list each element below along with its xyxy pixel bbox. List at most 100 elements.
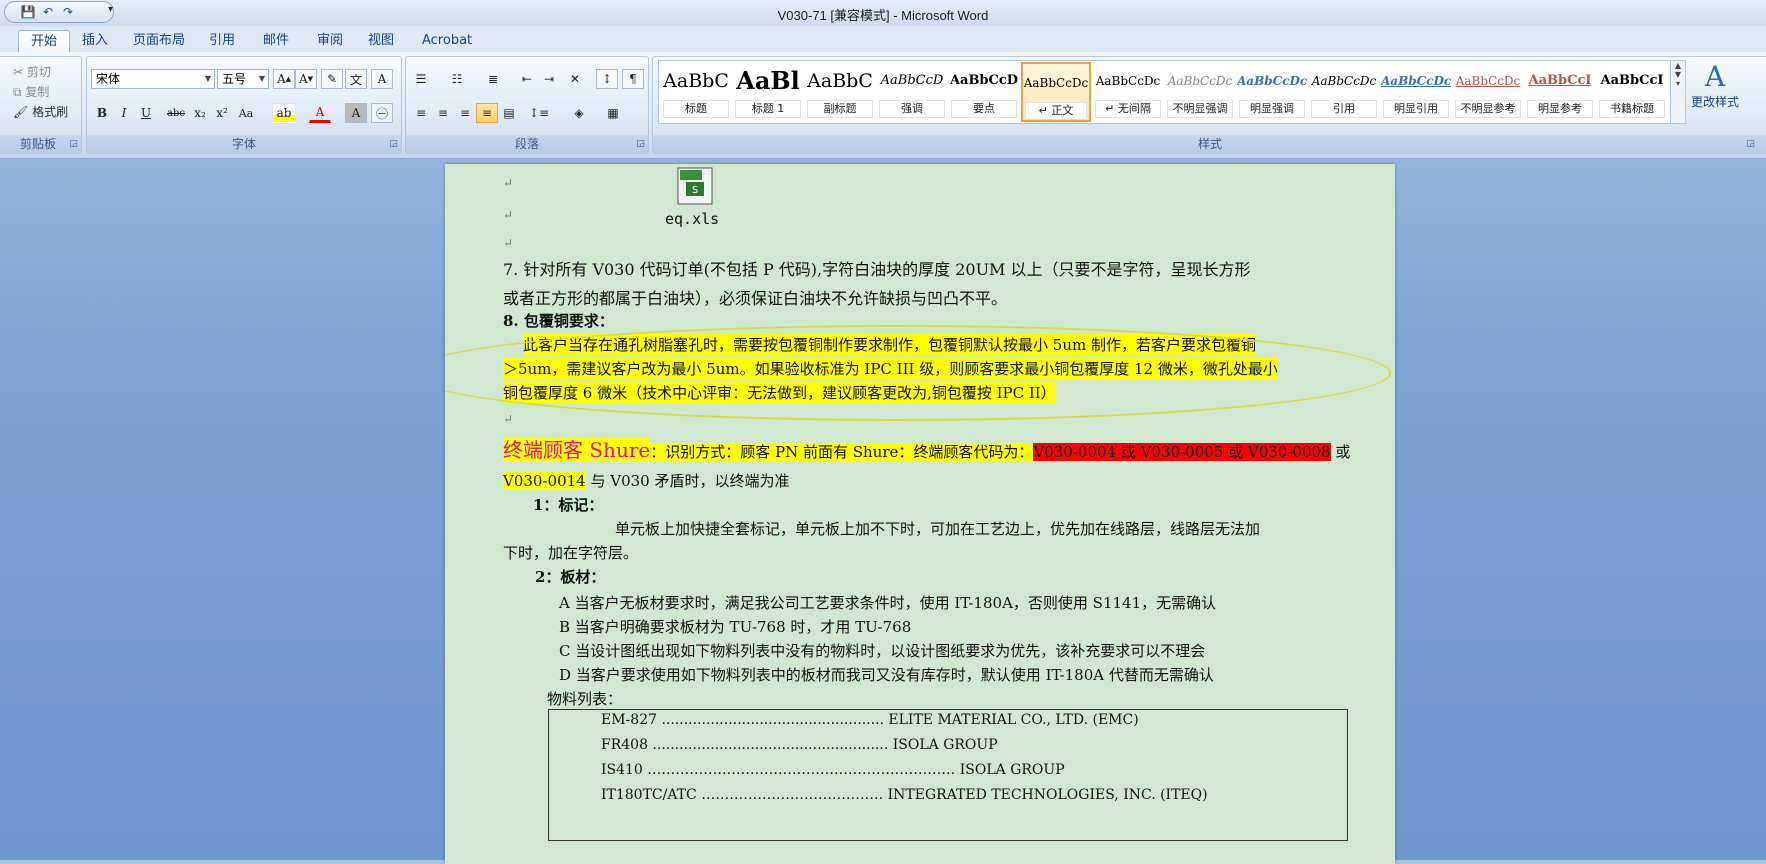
style-name: 不明显强调 [1167,100,1233,118]
style-preview: AaBbCcI [1600,73,1664,88]
align-left-icon[interactable]: ≡ [410,103,432,123]
clipboard-launcher-icon[interactable]: ◲ [69,139,78,149]
underline-button[interactable]: U [135,103,157,123]
font-group-label: 字体 [87,135,401,153]
style-book-title[interactable]: AaBbCcI 书籍标题 [1597,62,1667,122]
window-title: V030-71 [兼容模式] - Microsoft Word [777,8,989,23]
tab-insert[interactable]: 插入 [70,30,120,52]
copy-label: 复制 [25,85,50,99]
grow-font-button[interactable]: A ▲ [273,69,295,89]
style-subtitle[interactable]: AaBbC 副标题 [805,62,875,122]
paragraph-mark: ↵ [503,208,514,222]
chinese-layout-icon[interactable]: ✕ [564,69,586,89]
styles-scroll[interactable]: ▲ ▼ ▾ [1670,60,1686,124]
subscript-button[interactable]: x₂ [189,103,211,123]
style-intense-reference[interactable]: AaBbCcI 明显参考 [1525,62,1595,122]
tab-acrobat[interactable]: Acrobat [410,30,484,52]
multilevel-list-icon[interactable]: ≣ [482,69,504,89]
shure-line: 终端顾客 Shure：识别方式：顾客 PN 前面有 Shure：终端顾客代码为：… [503,434,1350,463]
enclose-char-icon[interactable]: ㊀ [371,103,393,123]
style-preview: AaBbCcD [949,73,1019,88]
material-table: EM-827 .................................… [548,709,1348,841]
cut-label: 剪切 [26,65,51,79]
styles-gallery: AaBbC 标题 AaBl 标题 1 AaBbC 副标题 AaBbCcD 强调 AaBb… [658,60,1672,124]
style-preview: AaBbCcI [1528,73,1592,88]
cut-button[interactable]: ✂ 剪切 [13,63,51,81]
highlight-icon[interactable]: ab [273,103,295,123]
shading-icon[interactable]: ◈ [568,103,590,123]
char-shading-icon[interactable]: A [345,103,367,123]
style-strong[interactable]: AaBbCcD 要点 [949,62,1019,122]
style-preview: AaBbCcDc [1095,74,1161,88]
style-name: ↵ 正文 [1025,102,1087,120]
tab-view[interactable]: 视图 [356,30,406,52]
document-page[interactable]: S eq.xls ↵ ↵ ↵ 7. 针对所有 V030 代码订单(不包括 P 代… [445,164,1395,864]
paragraph-launcher-icon[interactable]: ◲ [636,139,645,149]
style-name: 副标题 [807,100,873,118]
copy-button[interactable]: ⧉ 复制 [13,83,49,101]
tab-home[interactable]: 开始 [18,30,71,53]
style-intense-quote[interactable]: AaBbCcDc 明显引用 [1381,62,1451,122]
xls-file-icon[interactable]: S [672,166,722,206]
style-subtle-emphasis[interactable]: AaBbCcDc 不明显强调 [1165,62,1235,122]
borders-icon[interactable]: ▦ [602,103,624,123]
decrease-indent-icon[interactable]: ⇤ [516,69,538,89]
style-subtle-reference[interactable]: AaBbCcDc 不明显参考 [1453,62,1523,122]
style-name: 引用 [1311,100,1377,118]
tab-page-layout[interactable]: 页面布局 [121,30,197,52]
material-list-title: 物料列表： [547,690,623,708]
item7-line2: 或者正方形的都属于白油块），必须保证白油块不允许缺损与凹凸不平。 [503,289,1008,308]
clear-format-icon[interactable]: ✎ [321,69,343,89]
justify-icon[interactable]: ≡ [476,103,498,123]
change-case-button[interactable]: Aa [235,103,257,123]
styles-launcher-icon[interactable]: ◲ [1746,139,1755,149]
mark-line2: 下时，加在字符层。 [503,544,639,562]
tab-review[interactable]: 审阅 [305,30,355,52]
font-size-value: 五号 [222,72,247,86]
show-marks-icon[interactable]: ¶ [622,69,644,89]
bold-button[interactable]: B [91,103,113,123]
style-preview: AaBbC [663,70,729,92]
board-a: A 当客户无板材要求时，满足我公司工艺要求条件时，使用 IT-180A，否则使用… [559,594,1217,612]
font-size-combo[interactable]: 五号 ▼ [217,69,269,89]
phonetic-guide-icon[interactable]: 文 [345,69,367,89]
font-name-combo[interactable]: 宋体 ▼ [91,69,215,89]
style-preview: AaBbCcDc [1381,74,1451,88]
align-right-icon[interactable]: ≡ [454,103,476,123]
style-preview: AaBbCcDc [1023,76,1089,90]
chevron-down-icon: ▼ [258,74,265,83]
tab-references[interactable]: 引用 [197,30,247,52]
style-emphasis[interactable]: AaBbCcD 强调 [877,62,947,122]
more-icon[interactable]: ▾ [1671,79,1685,88]
chevron-up-icon[interactable]: ▲ [1671,61,1685,70]
mark-title: 1：标记： [533,496,604,514]
distributed-icon[interactable]: ▤ [498,103,520,123]
style-title[interactable]: AaBbC 标题 [661,62,731,122]
shrink-font-button[interactable]: A ▼ [295,69,317,89]
font-launcher-icon[interactable]: ◲ [389,139,398,149]
style-normal[interactable]: AaBbCcDc ↵ 正文 [1021,62,1091,122]
italic-button[interactable]: I [113,103,135,123]
style-heading1[interactable]: AaBl 标题 1 [733,62,803,122]
style-name: 明显强调 [1239,100,1305,118]
style-preview: AaBbCcDc [1455,74,1521,88]
font-color-icon[interactable]: A [309,103,331,123]
format-painter-button[interactable]: 🖌 格式刷 [13,103,68,121]
increase-indent-icon[interactable]: ⇥ [538,69,560,89]
numbering-icon[interactable]: ☷ [446,69,468,89]
char-border-icon[interactable]: A [371,69,393,89]
clipboard-group: ✂ 剪切 ⧉ 复制 🖌 格式刷 剪贴板 ◲ [0,56,82,154]
style-no-spacing[interactable]: AaBbCcDc ↵ 无间隔 [1093,62,1163,122]
style-intense-emphasis[interactable]: AaBbCcDc 明显强调 [1237,62,1307,122]
style-quote[interactable]: AaBbCcDc 引用 [1309,62,1379,122]
sort-icon[interactable]: ↕ [596,69,618,89]
strikethrough-button[interactable]: abc [165,103,187,123]
change-styles-button[interactable]: A 更改样式 [1686,60,1744,132]
chevron-down-icon[interactable]: ▼ [1671,70,1685,79]
bullets-icon[interactable]: ☰ [410,69,432,89]
superscript-button[interactable]: x² [211,103,233,123]
board-b: B 当客户明确要求板材为 TU-768 时，才用 TU-768 [559,618,912,636]
tab-mailings[interactable]: 邮件 [251,30,301,52]
align-center-icon[interactable]: ≡ [432,103,454,123]
line-spacing-icon[interactable]: ↕≡ [528,103,550,123]
